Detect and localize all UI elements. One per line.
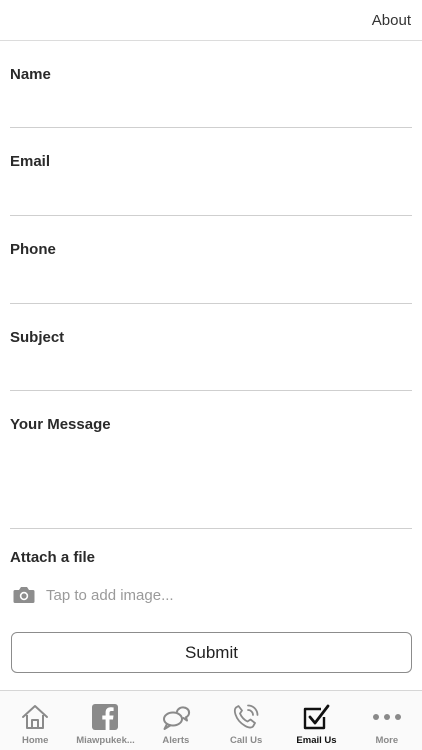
- name-label: Name: [10, 66, 51, 83]
- home-icon: [22, 705, 49, 729]
- email-label: Email: [10, 153, 51, 170]
- tab-email-us[interactable]: Email Us: [281, 691, 351, 750]
- submit-button[interactable]: Submit: [11, 632, 412, 673]
- name-field: Name: [10, 41, 412, 128]
- tab-email-us-label: Email Us: [296, 735, 337, 746]
- email-input[interactable]: [10, 176, 412, 206]
- tab-home-label: Home: [21, 735, 49, 746]
- tab-home[interactable]: Home: [0, 691, 70, 750]
- phone-icon: [234, 704, 259, 729]
- attach-image-button[interactable]: Tap to add image...: [10, 583, 310, 609]
- tab-facebook[interactable]: Miawpukek...: [70, 691, 140, 750]
- message-textarea[interactable]: [10, 439, 412, 521]
- tab-more[interactable]: More: [352, 691, 422, 750]
- more-dots-icon: [372, 714, 401, 720]
- phone-input[interactable]: [10, 264, 412, 294]
- tab-call-us[interactable]: Call Us: [211, 691, 281, 750]
- tab-facebook-label: Miawpukek...: [76, 735, 135, 746]
- tab-alerts[interactable]: Alerts: [141, 691, 211, 750]
- email-field: Email: [10, 128, 412, 216]
- message-field: Your Message: [10, 391, 412, 529]
- chat-bubbles-icon: [162, 706, 190, 730]
- tab-call-us-label: Call Us: [230, 735, 263, 746]
- phone-field: Phone: [10, 216, 412, 304]
- top-bar: About: [0, 0, 422, 41]
- checkbox-icon: [304, 704, 330, 730]
- subject-field: Subject: [10, 304, 412, 391]
- attach-file-label: Attach a file: [10, 549, 96, 566]
- name-input[interactable]: [10, 89, 412, 119]
- message-label: Your Message: [10, 416, 111, 433]
- subject-input[interactable]: [10, 352, 412, 382]
- attach-placeholder: Tap to add image...: [46, 587, 174, 604]
- camera-icon: [13, 587, 35, 603]
- subject-label: Subject: [10, 329, 65, 346]
- phone-label: Phone: [10, 241, 56, 258]
- tab-alerts-label: Alerts: [162, 735, 190, 746]
- facebook-icon: [92, 704, 119, 730]
- tab-more-label: More: [375, 735, 399, 746]
- about-link[interactable]: About: [372, 12, 411, 29]
- bottom-tab-bar: Home Miawpukek... Alerts Call Us Email U…: [0, 690, 422, 750]
